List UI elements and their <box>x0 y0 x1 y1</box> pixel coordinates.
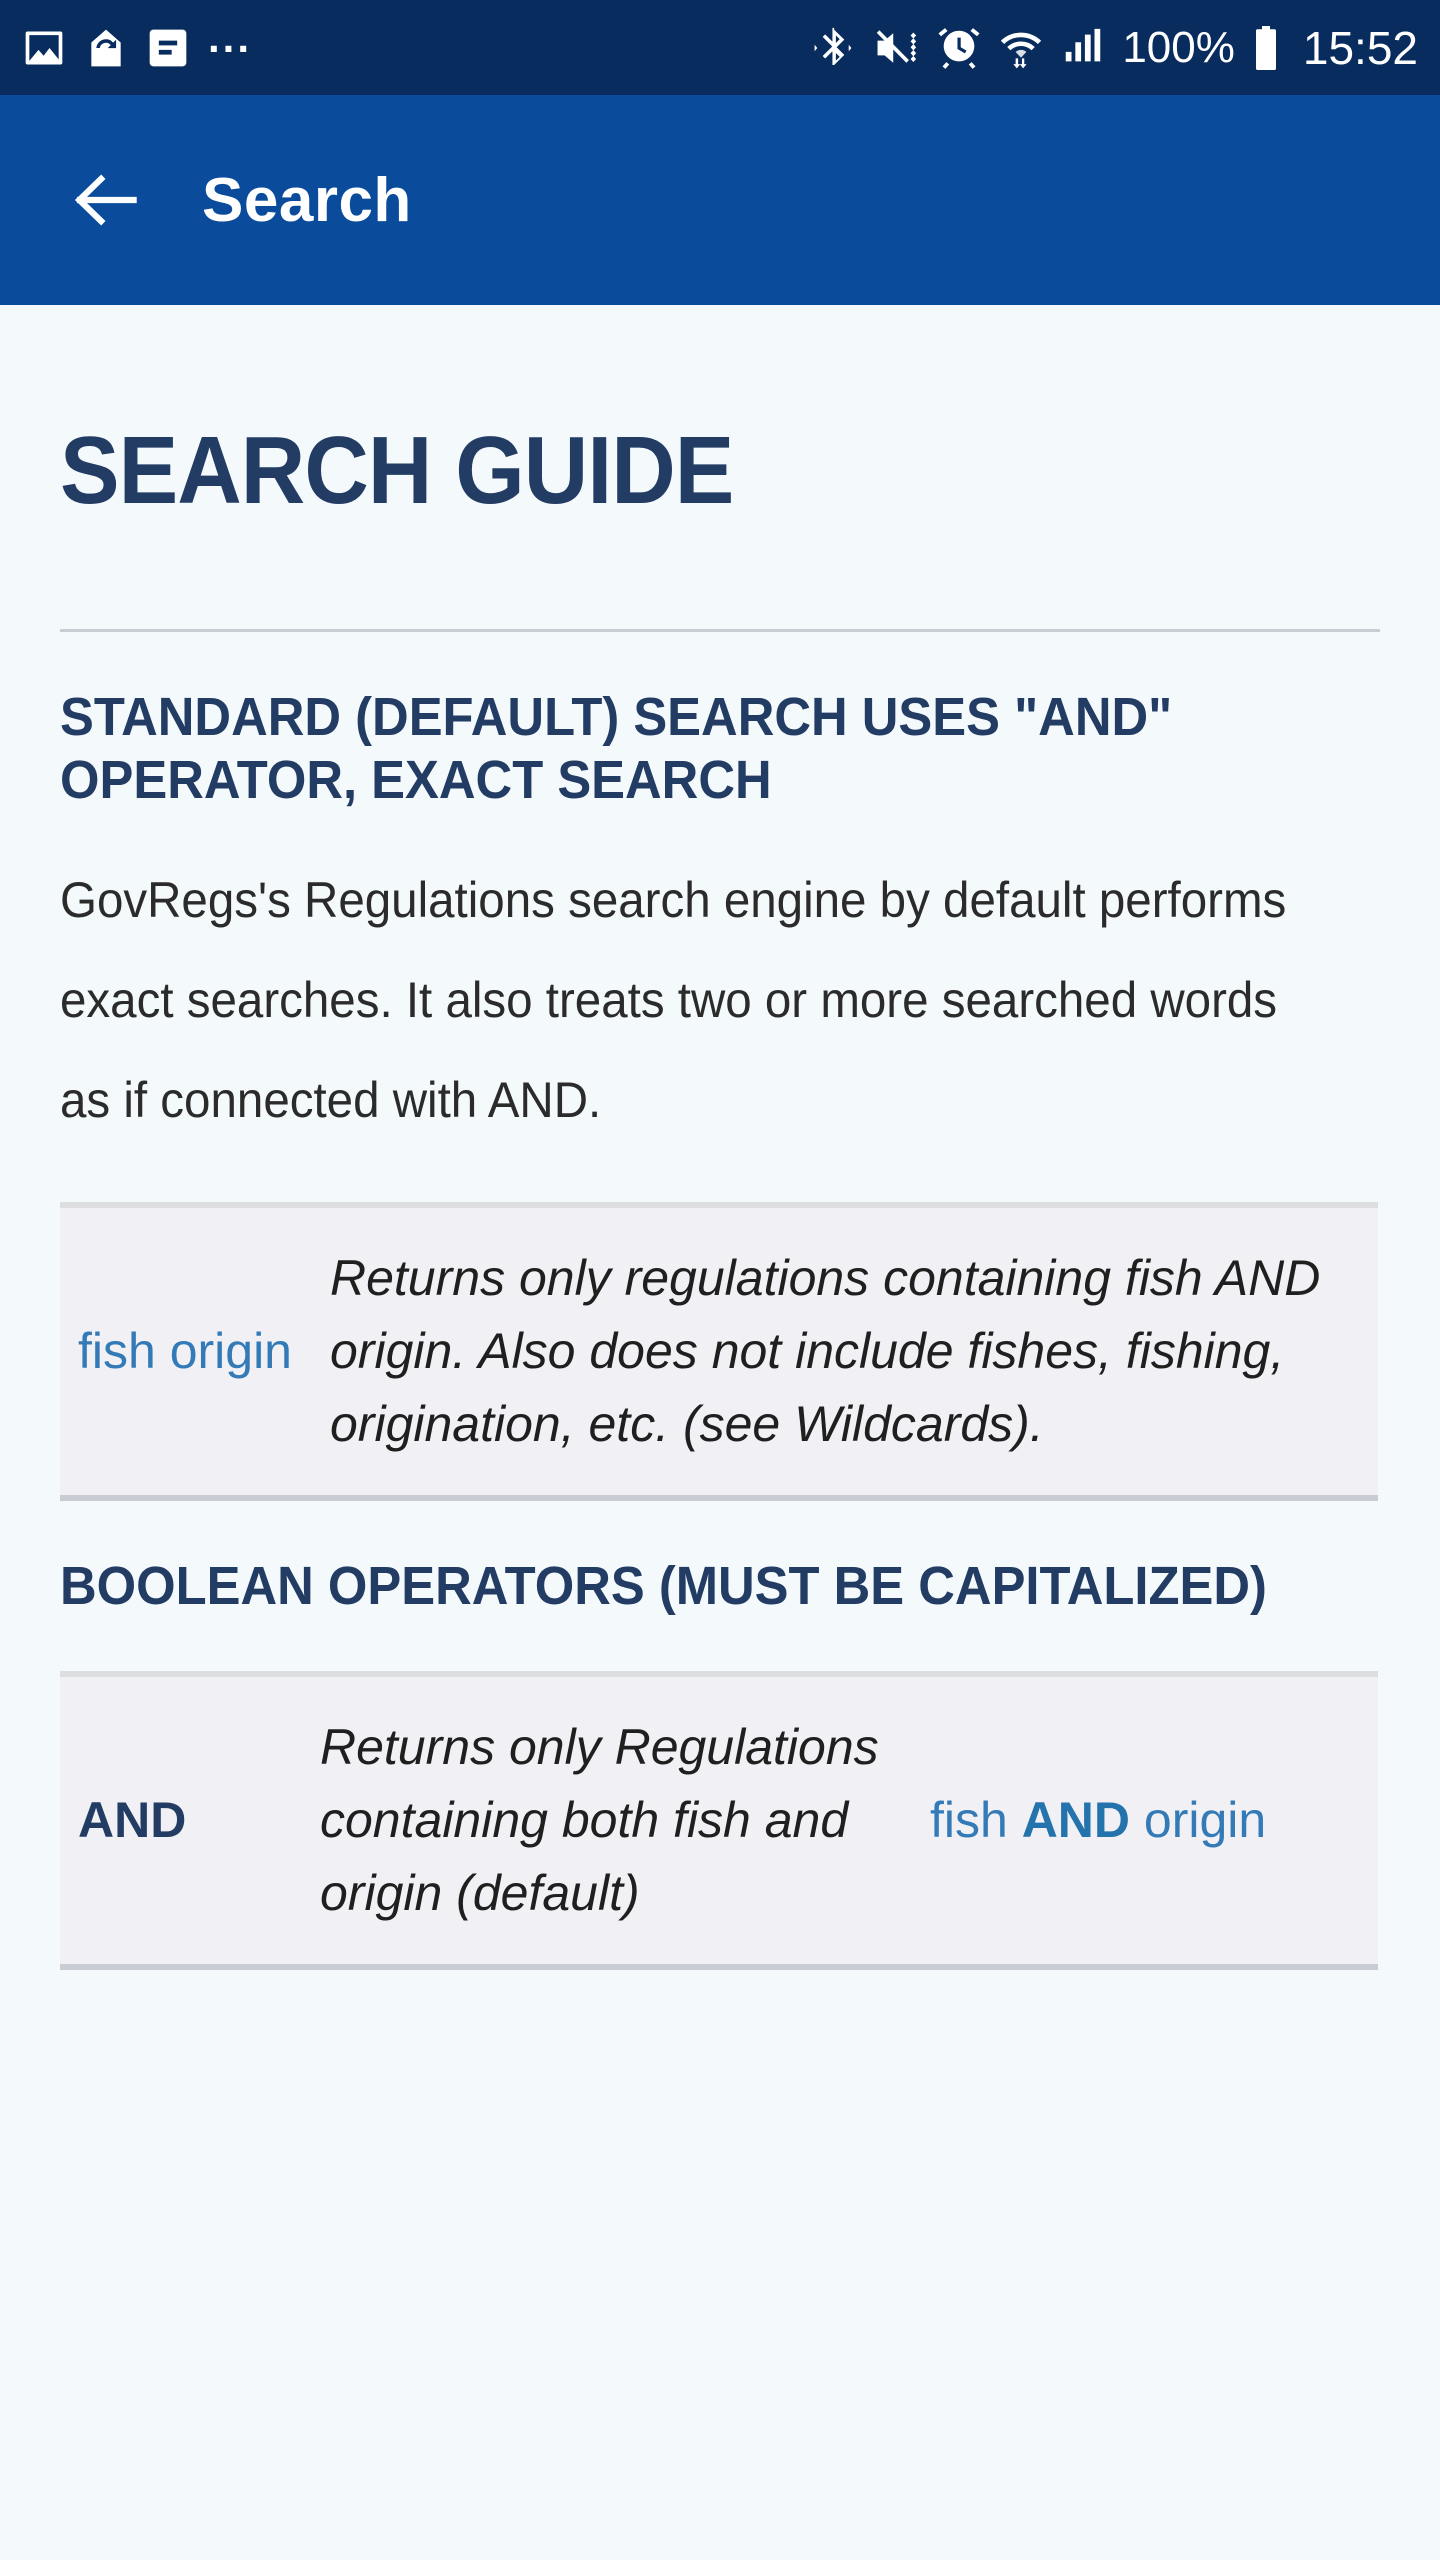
title-divider <box>60 629 1380 632</box>
standard-search-example-table: fish origin Returns only regulations con… <box>60 1202 1378 1502</box>
arrow-left-icon <box>74 174 137 226</box>
operator-example-cell[interactable]: fish AND origin <box>920 1674 1378 1967</box>
app-bar-title: Search <box>202 165 412 235</box>
status-bar-left-icons: ... <box>22 13 810 70</box>
table-row: AND Returns only Regulations containing … <box>60 1674 1378 1967</box>
operator-description-cell: Returns only Regulations containing both… <box>320 1718 879 1921</box>
message-icon <box>149 29 187 66</box>
status-clock: 15:52 <box>1302 21 1418 74</box>
mute-vibrate-icon <box>877 29 917 63</box>
example-operator: AND <box>1021 1791 1131 1848</box>
boolean-operators-table: AND Returns only Regulations containing … <box>60 1670 1378 1970</box>
battery-percent-label: 100% <box>1122 22 1235 72</box>
search-term-description-cell: Returns only regulations containing fish… <box>330 1250 1321 1453</box>
app-bar: Search <box>0 95 1440 305</box>
sync-icon <box>91 29 121 66</box>
page-content: SEARCH GUIDE STANDARD (DEFAULT) SEARCH U… <box>0 305 1440 2560</box>
section-paragraph-standard-search: GovRegs's Regulations search engine by d… <box>60 872 1287 1129</box>
example-suffix: origin <box>1130 1791 1267 1848</box>
status-bar: ... 100% 15:52 <box>0 0 1440 95</box>
section-heading-standard-search: STANDARD (DEFAULT) SEARCH USES "AND" OPE… <box>60 687 1173 811</box>
image-icon <box>25 31 63 64</box>
alarm-icon <box>938 27 980 69</box>
battery-full-icon <box>1255 25 1276 70</box>
status-overflow-indicator: ... <box>208 13 253 61</box>
status-bar-right-icons: 100% 15:52 <box>810 21 1418 75</box>
search-term-cell[interactable]: fish origin <box>60 1205 320 1498</box>
section-heading-boolean-operators: BOOLEAN OPERATORS (MUST BE CAPITALIZED) <box>60 1556 1267 1617</box>
back-button[interactable] <box>58 152 154 248</box>
page-title: SEARCH GUIDE <box>60 417 734 524</box>
signal-icon <box>1066 28 1101 61</box>
example-prefix: fish <box>930 1791 1022 1848</box>
wifi-icon <box>1001 32 1042 68</box>
table-row: fish origin Returns only regulations con… <box>60 1205 1378 1498</box>
operator-cell: AND <box>78 1792 187 1849</box>
bluetooth-icon <box>814 27 852 65</box>
